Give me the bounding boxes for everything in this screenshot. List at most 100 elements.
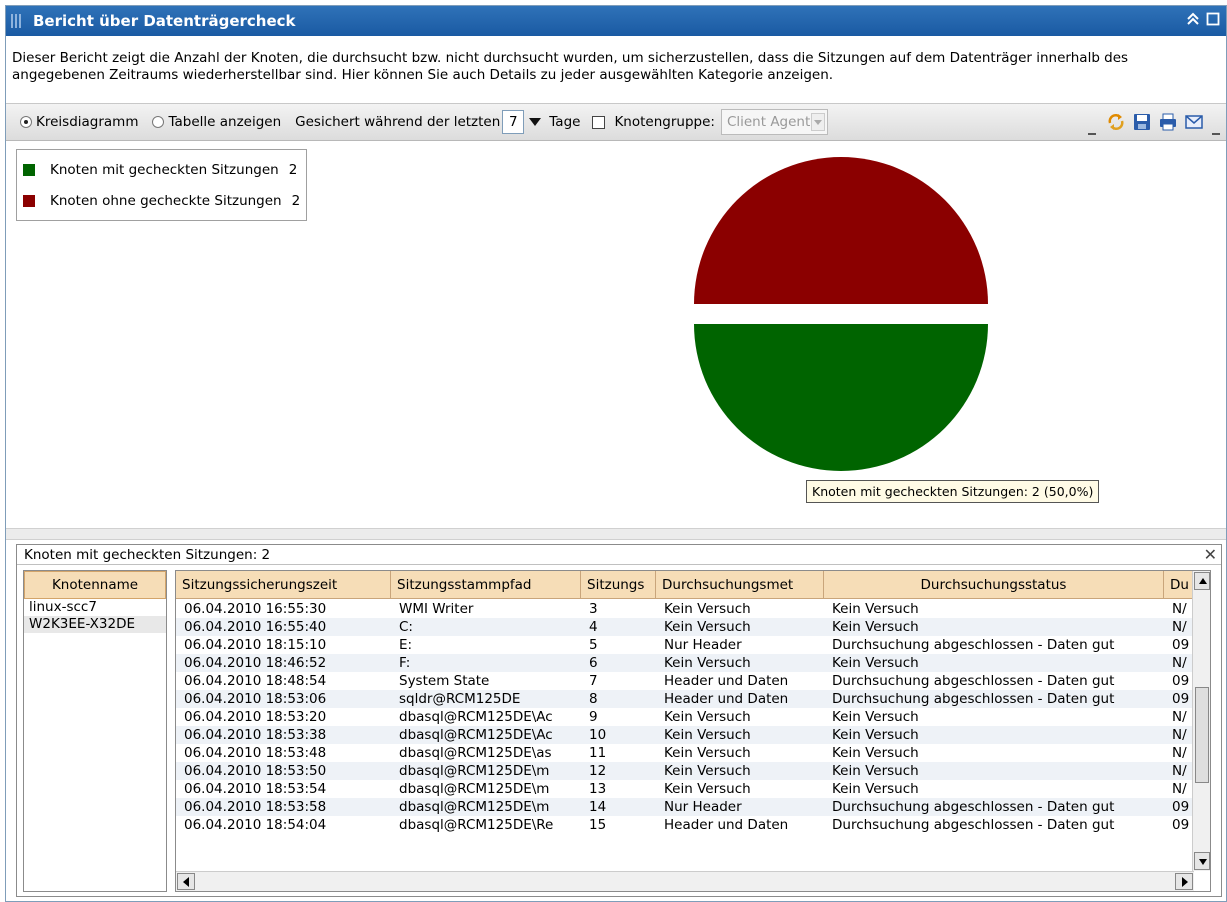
table-cell: 9 [589, 709, 598, 725]
sessions-table: Sitzungssicherungszeit Sitzungsstammpfad S… [175, 570, 1211, 892]
radio-pie-chart[interactable]: Kreisdiagramm [20, 114, 138, 130]
table-cell: System State [399, 673, 490, 689]
nodegroup-checkbox[interactable] [592, 115, 606, 129]
table-cell: WMI Writer [399, 601, 474, 617]
scroll-down-button[interactable] [1194, 852, 1210, 870]
node-list: Knotenname linux-scc7 W2K3EE-X32DE [23, 570, 167, 892]
node-item[interactable]: linux-scc7 [24, 599, 166, 616]
table-cell: 06.04.2010 18:53:20 [184, 709, 327, 725]
nodegroup-dropdown-icon[interactable] [810, 113, 825, 131]
radio-table[interactable]: Tabelle anzeigen [152, 114, 281, 130]
table-row[interactable]: 06.04.2010 16:55:30 WMI Writer 3 Kein Versu… [176, 600, 1204, 618]
table-row[interactable]: 06.04.2010 18:15:10 E: 5 Nur Header Durchsuc… [176, 636, 1204, 654]
table-cell: 12 [589, 763, 607, 779]
table-row[interactable]: 06.04.2010 18:53:50 dbasql@RCM125DE\m 12 Ke… [176, 762, 1204, 780]
table-cell: 4 [589, 619, 598, 635]
chart-pane: Knoten mit gecheckten Sitzungen 2 Knoten… [6, 142, 1226, 528]
print-icon[interactable] [1158, 112, 1178, 132]
scroll-left-button[interactable] [177, 873, 195, 890]
table-row[interactable]: 06.04.2010 18:46:52 F: 6 Kein Versuch Kein V… [176, 654, 1204, 672]
scroll-right-button[interactable] [1175, 873, 1193, 890]
collapse-icon[interactable] [1186, 12, 1200, 30]
table-cell: dbasql@RCM125DE\m [399, 781, 550, 797]
table-cell: Kein Versuch [664, 619, 751, 635]
table-row[interactable]: 06.04.2010 18:53:54 dbasql@RCM125DE\m 13 Ke… [176, 780, 1204, 798]
table-cell: dbasql@RCM125DE\as [399, 745, 552, 761]
table-cell: Durchsuchung abgeschlossen - Daten gut [832, 673, 1115, 689]
table-row[interactable]: 06.04.2010 18:53:48 dbasql@RCM125DE\as 11 K… [176, 744, 1204, 762]
days-dropdown-icon[interactable] [529, 118, 542, 126]
radio-pie-dot[interactable] [20, 116, 32, 128]
saved-during-label: Gesichert während der letzten [295, 114, 501, 130]
table-row[interactable]: 06.04.2010 18:48:54 System State 7 Header u… [176, 672, 1204, 690]
table-cell: 14 [589, 799, 607, 815]
details-header: Knoten mit gecheckten Sitzungen: 2 [24, 546, 271, 563]
pie-slice-0[interactable] [694, 324, 988, 471]
email-icon[interactable] [1184, 112, 1204, 132]
table-body: 06.04.2010 16:55:30 WMI Writer 3 Kein Versu… [176, 600, 1204, 834]
table-cell: 15 [589, 817, 607, 833]
toolbar-overflow-icon-2[interactable] [1212, 125, 1220, 135]
table-row[interactable]: 06.04.2010 18:53:06 sqldr@RCM125DE 8 Header… [176, 690, 1204, 708]
table-cell: Header und Daten [664, 817, 789, 833]
table-cell: 06.04.2010 18:53:50 [184, 763, 327, 779]
nodegroup-value: Client Agent [726, 114, 811, 130]
node-list-header[interactable]: Knotenname [24, 571, 166, 599]
refresh-icon[interactable] [1106, 112, 1126, 132]
table-cell: Kein Versuch [664, 745, 751, 761]
table-cell: 06.04.2010 18:48:54 [184, 673, 327, 689]
table-cell: 06.04.2010 18:53:06 [184, 691, 327, 707]
table-cell: dbasql@RCM125DE\m [399, 799, 550, 815]
column-header[interactable]: Durchsuchungsstatus [824, 571, 1164, 599]
table-cell: Nur Header [664, 637, 742, 653]
table-cell: Kein Versuch [664, 727, 751, 743]
table-cell: Header und Daten [664, 673, 789, 689]
nodegroup-label: Knotengruppe: [614, 114, 715, 130]
table-cell: Kein Versuch [832, 655, 919, 671]
pie-chart[interactable] [6, 142, 1226, 528]
table-cell: dbasql@RCM125DE\Re [399, 817, 554, 833]
node-item[interactable]: W2K3EE-X32DE [24, 616, 166, 633]
table-cell: Kein Versuch [664, 601, 751, 617]
table-cell: 11 [589, 745, 607, 761]
table-cell: Kein Versuch [832, 727, 919, 743]
report-description: Dieser Bericht zeigt die Anzahl der Knot… [12, 50, 1129, 83]
table-row[interactable]: 06.04.2010 16:55:40 C: 4 Kein Versuch Kein V… [176, 618, 1204, 636]
table-cell: 06.04.2010 18:15:10 [184, 637, 327, 653]
table-row[interactable]: 06.04.2010 18:53:38 dbasql@RCM125DE\Ac 10 K… [176, 726, 1204, 744]
close-icon[interactable]: ✕ [1204, 545, 1217, 564]
nodegroup-select[interactable]: Client Agent [720, 109, 828, 135]
table-cell: dbasql@RCM125DE\m [399, 763, 550, 779]
pane-splitter[interactable] [6, 528, 1226, 540]
save-icon[interactable] [1132, 112, 1152, 132]
table-cell: Durchsuchung abgeschlossen - Daten gut [832, 691, 1115, 707]
table-cell: Kein Versuch [832, 709, 919, 725]
maximize-icon[interactable] [1206, 12, 1220, 30]
table-cell: Durchsuchung abgeschlossen - Daten gut [832, 817, 1115, 833]
table-cell: 8 [589, 691, 598, 707]
days-input[interactable]: 7 [502, 110, 525, 134]
table-cell: Kein Versuch [832, 745, 919, 761]
table-cell: dbasql@RCM125DE\Ac [399, 709, 553, 725]
table-row[interactable]: 06.04.2010 18:53:20 dbasql@RCM125DE\Ac 9 Ke… [176, 708, 1204, 726]
drag-grip-icon[interactable] [11, 14, 25, 28]
table-row[interactable]: 06.04.2010 18:53:58 dbasql@RCM125DE\m 14 Nu… [176, 798, 1204, 816]
pie-slice-1[interactable] [694, 157, 988, 304]
scroll-up-button[interactable] [1194, 572, 1210, 590]
toolbar: Kreisdiagramm Tabelle anzeigen Gesichert… [6, 103, 1226, 141]
title-bar: Bericht über Datenträgercheck [6, 6, 1226, 36]
column-header[interactable]: Sitzungs [581, 571, 656, 599]
toolbar-overflow-icon[interactable] [1088, 125, 1096, 135]
column-header[interactable]: Durchsuchungsmet [656, 571, 824, 599]
column-header[interactable]: Sitzungsstammpfad [391, 571, 581, 599]
table-row[interactable]: 06.04.2010 18:54:04 dbasql@RCM125DE\Re 15 H… [176, 816, 1204, 834]
radio-table-dot[interactable] [152, 116, 165, 128]
scroll-thumb[interactable] [1195, 687, 1209, 783]
table-cell: 06.04.2010 18:53:58 [184, 799, 327, 815]
table-cell: E: [399, 637, 413, 653]
vertical-scrollbar[interactable] [1192, 571, 1210, 871]
table-cell: Kein Versuch [664, 709, 751, 725]
column-header[interactable]: Sitzungssicherungszeit [176, 571, 391, 599]
horizontal-scrollbar[interactable] [176, 871, 1194, 891]
table-cell: Durchsuchung abgeschlossen - Daten gut [832, 799, 1115, 815]
